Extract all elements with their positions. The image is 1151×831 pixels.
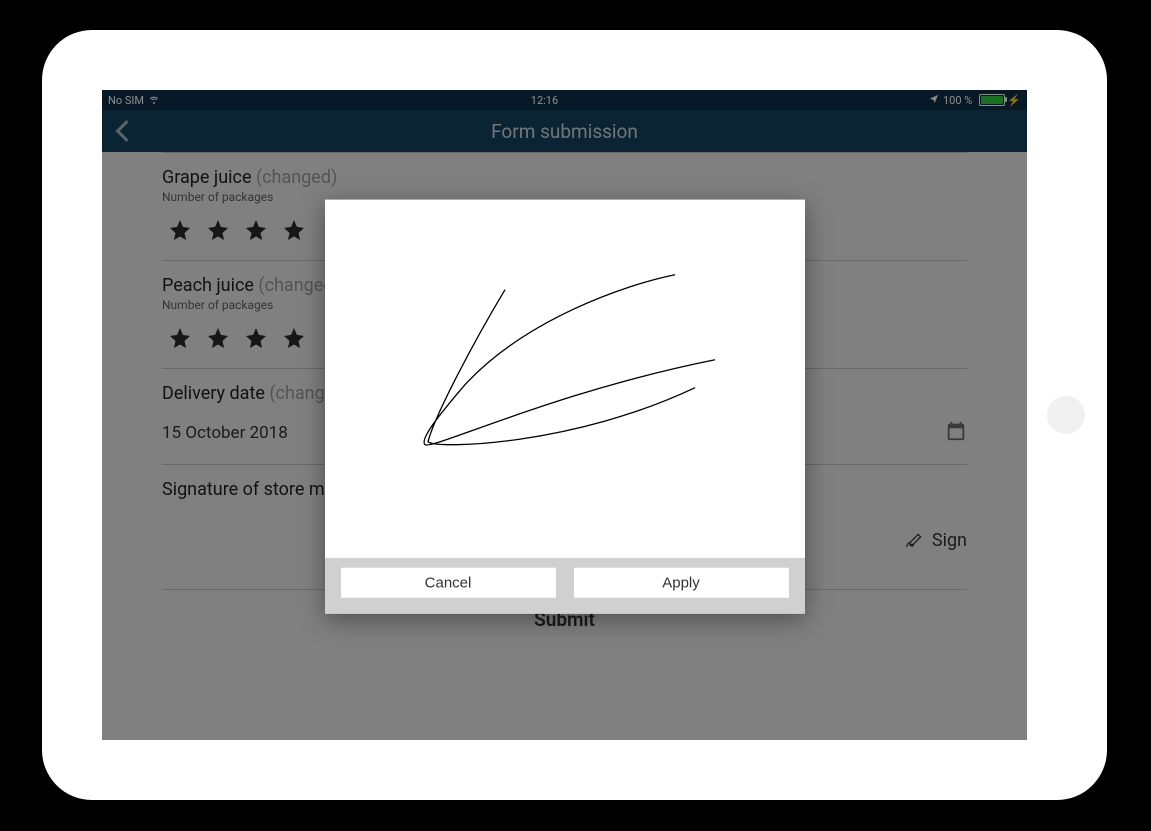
screen: No SIM 12:16 100 % ⚡: [102, 90, 1027, 740]
home-button[interactable]: [1047, 396, 1085, 434]
signature-modal: Cancel Apply: [325, 200, 805, 614]
apply-button[interactable]: Apply: [574, 568, 789, 598]
signature-stroke: [325, 200, 805, 558]
tablet-frame: No SIM 12:16 100 % ⚡: [42, 30, 1107, 800]
cancel-button[interactable]: Cancel: [341, 568, 556, 598]
modal-buttons: Cancel Apply: [325, 558, 805, 614]
device-stage: No SIM 12:16 100 % ⚡: [0, 0, 1151, 831]
modal-overlay[interactable]: Cancel Apply: [102, 90, 1027, 740]
signature-canvas[interactable]: [325, 200, 805, 558]
